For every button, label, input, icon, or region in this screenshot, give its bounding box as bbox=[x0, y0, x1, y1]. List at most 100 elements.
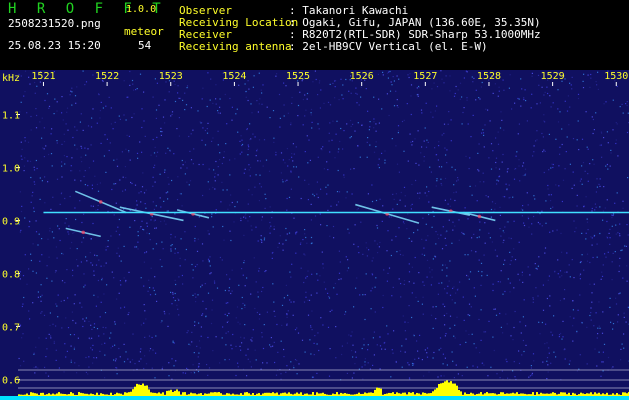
noise-dot bbox=[301, 339, 304, 341]
noise-dot bbox=[286, 233, 288, 235]
level-bar bbox=[390, 393, 392, 396]
noise-dot bbox=[516, 151, 518, 153]
level-bar bbox=[90, 393, 92, 396]
noise-dot bbox=[159, 259, 161, 261]
noise-dot bbox=[228, 358, 230, 361]
noise-dot bbox=[451, 351, 453, 353]
noise-dot bbox=[338, 99, 340, 101]
noise-dot bbox=[228, 287, 230, 289]
noise-dot bbox=[261, 92, 263, 94]
noise-dot bbox=[393, 80, 395, 82]
noise-dot bbox=[350, 168, 352, 170]
noise-dot bbox=[559, 276, 561, 278]
noise-dot bbox=[145, 189, 147, 191]
noise-dot bbox=[192, 294, 194, 296]
noise-dot bbox=[110, 107, 112, 109]
noise-dot bbox=[188, 343, 190, 345]
noise-dot bbox=[247, 203, 249, 205]
noise-dot bbox=[61, 252, 63, 255]
noise-dot bbox=[167, 210, 169, 212]
noise-dot bbox=[195, 301, 197, 303]
noise-dot bbox=[585, 232, 587, 234]
level-bar bbox=[144, 385, 146, 396]
noise-dot bbox=[73, 334, 75, 336]
noise-dot bbox=[433, 82, 435, 84]
noise-dot bbox=[97, 204, 99, 207]
level-bar bbox=[418, 393, 420, 396]
noise-dot bbox=[439, 337, 442, 339]
noise-dot bbox=[424, 349, 426, 351]
noise-dot bbox=[302, 98, 304, 101]
level-bar bbox=[562, 392, 564, 396]
noise-dot bbox=[586, 146, 588, 148]
noise-dot bbox=[519, 180, 521, 182]
noise-dot bbox=[586, 326, 588, 328]
noise-dot bbox=[599, 178, 601, 180]
noise-dot bbox=[299, 91, 301, 93]
noise-dot bbox=[572, 309, 574, 311]
noise-dot bbox=[255, 359, 257, 361]
noise-dot bbox=[46, 265, 48, 267]
noise-dot bbox=[100, 265, 102, 267]
noise-dot bbox=[154, 293, 157, 295]
noise-dot bbox=[459, 281, 461, 283]
noise-dot bbox=[444, 177, 447, 180]
noise-dot bbox=[591, 301, 593, 303]
noise-dot bbox=[522, 205, 524, 207]
noise-dot bbox=[61, 96, 63, 98]
noise-dot bbox=[438, 145, 440, 147]
noise-dot bbox=[356, 102, 358, 104]
noise-dot bbox=[88, 356, 90, 358]
noise-dot bbox=[428, 213, 430, 216]
noise-dot bbox=[476, 200, 478, 202]
noise-dot bbox=[190, 133, 192, 135]
noise-dot bbox=[20, 101, 22, 103]
noise-dot bbox=[271, 252, 273, 254]
noise-dot bbox=[250, 103, 252, 105]
noise-dot bbox=[240, 135, 242, 137]
noise-dot bbox=[154, 181, 156, 183]
noise-dot bbox=[351, 377, 353, 379]
noise-dot bbox=[160, 127, 162, 129]
noise-dot bbox=[215, 98, 217, 100]
noise-dot bbox=[153, 166, 155, 169]
noise-dot bbox=[111, 271, 113, 273]
noise-dot bbox=[197, 356, 199, 358]
noise-dot bbox=[548, 275, 550, 277]
level-bar bbox=[124, 392, 126, 396]
noise-dot bbox=[177, 308, 179, 310]
level-bar bbox=[458, 390, 460, 396]
noise-dot bbox=[403, 280, 406, 282]
noise-dot bbox=[241, 139, 243, 141]
noise-dot bbox=[69, 247, 71, 249]
noise-dot bbox=[155, 243, 158, 245]
noise-dot bbox=[527, 218, 530, 220]
noise-dot bbox=[35, 220, 37, 222]
level-bar bbox=[442, 382, 444, 396]
noise-dot bbox=[34, 81, 36, 84]
noise-dot bbox=[610, 149, 612, 151]
noise-dot bbox=[82, 237, 85, 239]
noise-dot bbox=[296, 373, 298, 375]
level-bar bbox=[116, 392, 118, 396]
noise-dot bbox=[474, 185, 477, 187]
noise-dot bbox=[362, 378, 364, 380]
noise-dot bbox=[89, 252, 91, 254]
noise-dot bbox=[449, 205, 451, 207]
noise-dot bbox=[200, 335, 202, 337]
noise-dot bbox=[311, 127, 313, 129]
noise-dot bbox=[375, 123, 377, 125]
noise-dot bbox=[87, 148, 89, 150]
noise-dot bbox=[129, 159, 131, 161]
noise-dot bbox=[283, 104, 285, 106]
noise-dot bbox=[245, 96, 247, 98]
noise-dot bbox=[444, 335, 446, 337]
noise-dot bbox=[463, 233, 465, 235]
y-tick-label: 0.6 bbox=[2, 375, 20, 386]
noise-dot bbox=[517, 273, 519, 275]
noise-dot bbox=[207, 122, 209, 124]
noise-dot bbox=[62, 119, 64, 121]
level-bar bbox=[594, 392, 596, 396]
level-bar bbox=[64, 394, 66, 396]
noise-dot bbox=[432, 357, 434, 359]
